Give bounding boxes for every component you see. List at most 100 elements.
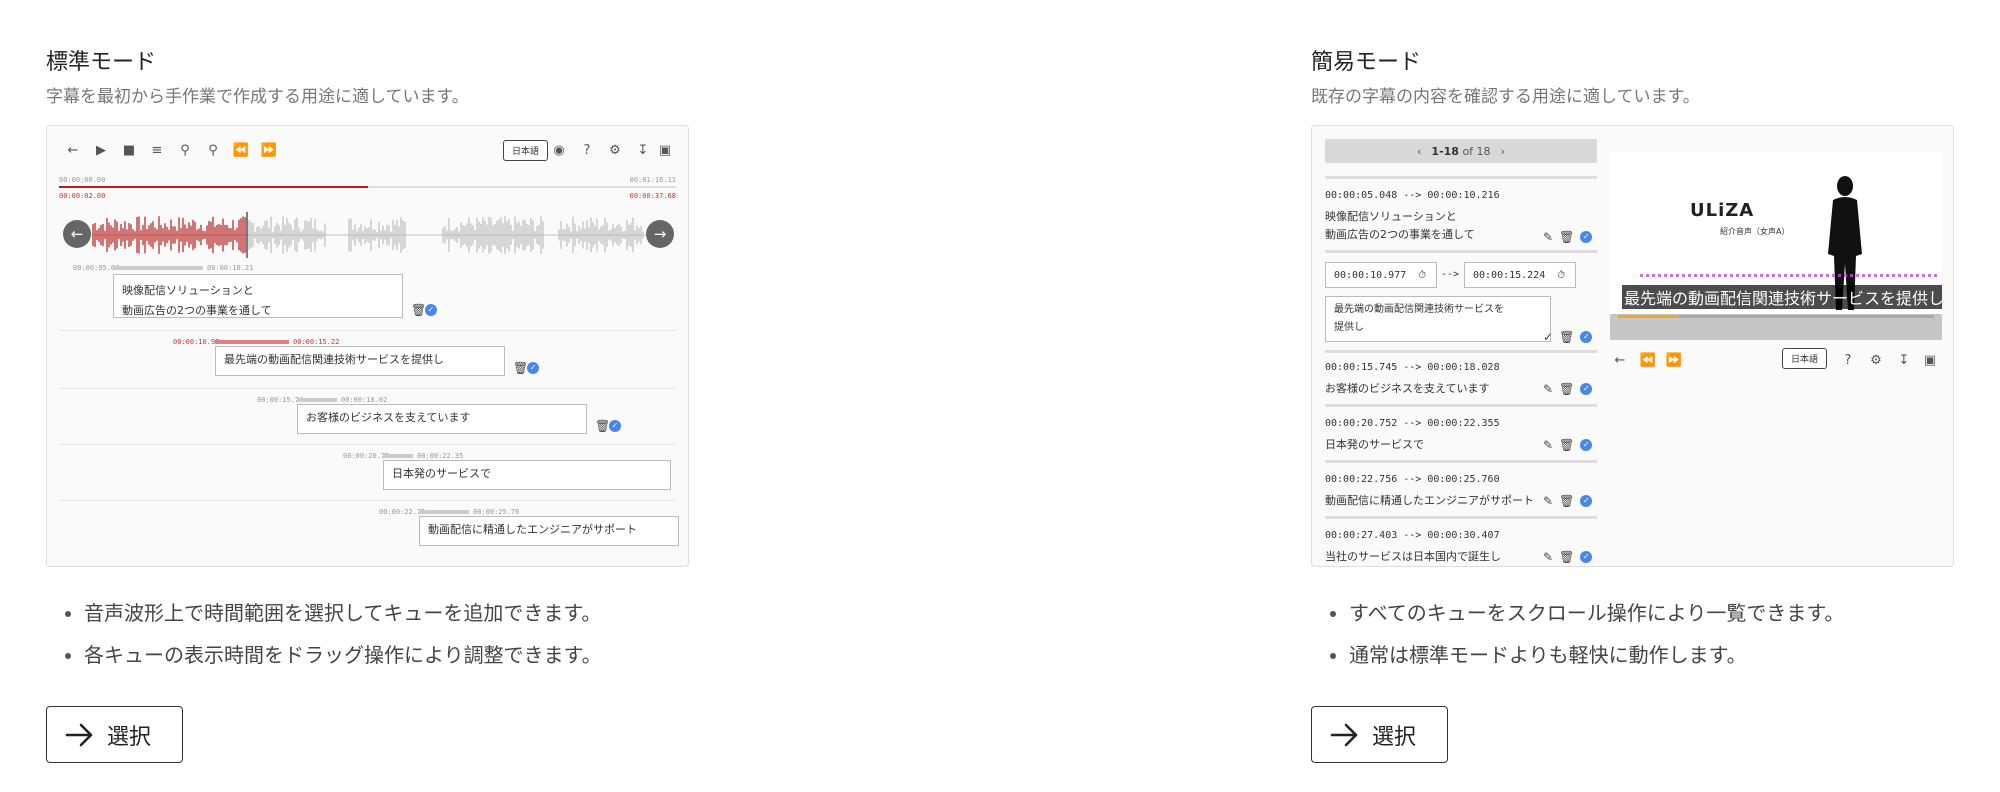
timeline-playhead bbox=[59, 186, 368, 188]
check-icon: ✓ bbox=[1580, 495, 1593, 507]
cue-edit-textarea: 最先端の動画配信関連技術サービスを 提供し bbox=[1325, 296, 1551, 342]
cue-duration-bar bbox=[215, 340, 289, 344]
feature-item: 音声波形上で時間範囲を選択してキューを追加できます。 bbox=[60, 598, 602, 640]
cue-time-range: 00:00:20.752 --> 00:00:22.355 bbox=[1325, 418, 1500, 429]
cue-text-line: 映像配信ソリューションと bbox=[122, 284, 254, 297]
cue-text-line: 提供し bbox=[1334, 322, 1364, 333]
cue-arrow: --> bbox=[1441, 269, 1460, 280]
cue-actions: ✎ 🗑 ✓ bbox=[1543, 438, 1597, 452]
cue-separator bbox=[59, 444, 676, 445]
video-toolbar: ← ⏪ ⏩ 日本語 ? ⚙ ↧ ▣ bbox=[1610, 348, 1942, 370]
cue-separator bbox=[1325, 250, 1597, 253]
back-icon: ← bbox=[67, 142, 79, 158]
help-icon: ? bbox=[1844, 352, 1852, 368]
cue-separator bbox=[1325, 516, 1597, 519]
check-icon: ✓ bbox=[527, 362, 539, 374]
check-icon: ✓ bbox=[609, 420, 621, 432]
cue-end-time: 00:00:18.02 bbox=[341, 396, 388, 404]
cue-actions: ✎ 🗑 ✓ bbox=[1543, 550, 1597, 564]
trash-icon: 🗑 bbox=[1559, 382, 1575, 396]
cue-time-range: 00:00:05.048 --> 00:00:10.216 bbox=[1325, 190, 1500, 201]
cue-duration-bar bbox=[113, 266, 203, 270]
video-player: ULiZA 紹介音声（女声A） 最先端の動画配信関連技術サービスを提供し bbox=[1610, 152, 1942, 340]
cue-separator bbox=[59, 388, 676, 389]
arrow-right-icon bbox=[1330, 723, 1358, 746]
cue-text-box: 動画配信に精通したエンジニアがサポート bbox=[419, 516, 679, 546]
help-icon: ? bbox=[583, 142, 591, 158]
cue-end-time: 00:00:22.35 bbox=[417, 452, 464, 460]
waveform-prev-button: ← bbox=[63, 220, 91, 248]
rewind-icon: ⏪ bbox=[1639, 352, 1657, 368]
cue-text-line: 動画配信に精通したエンジニアがサポート bbox=[428, 523, 637, 536]
preview-toolbar: ← ▶ ■ ≡ ⚲ ⚲ ⏪ ⏩ 日本語 ◉ ? ⚙ ↧ ▣ bbox=[63, 138, 672, 164]
check-icon: ✓ bbox=[1580, 383, 1593, 395]
cue-duration-bar bbox=[297, 398, 337, 402]
save-icon: ▣ bbox=[1923, 352, 1937, 368]
waveform-next-button: → bbox=[646, 220, 674, 248]
download-icon: ↧ bbox=[1898, 352, 1910, 368]
preview-timeline: 00:00:00.00 00:01:16.11 00:00:02.00 00:0… bbox=[59, 176, 676, 206]
standard-mode-title: 標準モード bbox=[46, 50, 157, 75]
audio-waveform bbox=[91, 212, 647, 258]
cue-text-box: 最先端の動画配信関連技術サービスを提供し bbox=[215, 346, 505, 376]
cue-text: 当社のサービスは日本国内で誕生し bbox=[1325, 550, 1501, 563]
cue-start-input: 00:00:10.977 ⏱ bbox=[1325, 262, 1437, 288]
download-icon: ↧ bbox=[637, 142, 649, 158]
video-logo-subtitle: 紹介音声（女声A） bbox=[1720, 227, 1790, 236]
timeline-end: 00:01:16.11 bbox=[629, 176, 676, 184]
cue-time-range: 00:00:22.756 --> 00:00:25.760 bbox=[1325, 474, 1500, 485]
simple-mode-description: 既存の字幕の内容を確認する用途に適しています。 bbox=[1311, 87, 1700, 107]
simple-select-button[interactable]: 選択 bbox=[1311, 706, 1448, 763]
cue-separator bbox=[59, 330, 676, 331]
language-select: 日本語 bbox=[503, 140, 549, 161]
stop-icon: ■ bbox=[122, 142, 136, 158]
zoom-in-icon: ⚲ bbox=[180, 142, 190, 158]
cue-separator bbox=[59, 500, 676, 501]
trash-icon: 🗑 bbox=[513, 361, 529, 375]
cue-text: 日本発のサービスで bbox=[1325, 438, 1424, 451]
simple-mode-preview: ‹ 1-18 of 18 › 00:00:05.048 --> 00:00:10… bbox=[1311, 125, 1954, 567]
cue-duration-bar bbox=[419, 510, 469, 514]
chevron-left-icon: ‹ bbox=[1417, 144, 1422, 158]
pager-label: 1-18 of 18 bbox=[1431, 145, 1490, 158]
simple-feature-list: すべてのキューをスクロール操作により一覧できます。 通常は標準モードよりも軽快に… bbox=[1325, 598, 1844, 682]
cue-text-line: 動画広告の2つの事業を通して bbox=[1325, 228, 1475, 241]
select-button-label: 選択 bbox=[1372, 724, 1417, 750]
cue-text-line: 動画広告の2つの事業を通して bbox=[122, 304, 272, 317]
trash-icon: 🗑 bbox=[595, 419, 611, 433]
video-logo: ULiZA bbox=[1690, 200, 1755, 221]
cue-separator bbox=[1325, 350, 1597, 353]
trash-icon: 🗑 bbox=[1559, 438, 1575, 452]
standard-mode-preview: ← ▶ ■ ≡ ⚲ ⚲ ⏪ ⏩ 日本語 ◉ ? ⚙ ↧ ▣ 00:00:00.0… bbox=[46, 125, 689, 567]
add-queue-icon: ≡ bbox=[151, 142, 163, 158]
feature-item: すべてのキューをスクロール操作により一覧できます。 bbox=[1325, 598, 1844, 640]
cue-separator bbox=[1325, 460, 1597, 463]
pencil-icon: ✎ bbox=[1543, 550, 1554, 564]
cue-end-input: 00:00:15.224 ⏱ bbox=[1464, 262, 1576, 288]
cue-text: 動画配信に精通したエンジニアがサポート bbox=[1325, 494, 1534, 507]
timeline-total-time: 00:00:37.68 bbox=[629, 192, 676, 200]
cue-duration-bar bbox=[383, 454, 413, 458]
check-icon: ✓ bbox=[1580, 331, 1593, 343]
trash-icon: 🗑 bbox=[1559, 550, 1575, 564]
cue-text-line: 最先端の動画配信関連技術サービスを bbox=[1334, 304, 1504, 315]
standard-select-button[interactable]: 選択 bbox=[46, 706, 183, 763]
cue-end-value: 00:00:15.224 bbox=[1473, 269, 1546, 281]
timeline-cursor-time: 00:00:02.00 bbox=[59, 192, 106, 200]
cue-text-line: 最先端の動画配信関連技術サービスを提供し bbox=[224, 353, 444, 366]
cue-end-time: 00:00:10.21 bbox=[207, 264, 254, 272]
select-button-label: 選択 bbox=[107, 724, 152, 750]
trash-icon: 🗑 bbox=[1559, 494, 1575, 508]
trash-icon: 🗑 bbox=[411, 303, 427, 317]
fast-forward-icon: ⏩ bbox=[1665, 352, 1683, 368]
timer-icon: ⏱ bbox=[1557, 269, 1566, 281]
cue-time-range: 00:00:27.403 --> 00:00:30.407 bbox=[1325, 530, 1500, 541]
video-track bbox=[1678, 315, 1934, 318]
cue-text-line: 日本発のサービスで bbox=[392, 467, 491, 480]
save-icon: ▣ bbox=[658, 142, 672, 158]
cue-actions: ✎ 🗑 ✓ bbox=[1543, 230, 1597, 244]
cue-start-time: 00:00:10.97 bbox=[173, 338, 220, 346]
cue-separator bbox=[1325, 176, 1597, 179]
cue-time-range: 00:00:15.745 --> 00:00:18.028 bbox=[1325, 362, 1500, 373]
eye-icon: ◉ bbox=[553, 142, 565, 158]
